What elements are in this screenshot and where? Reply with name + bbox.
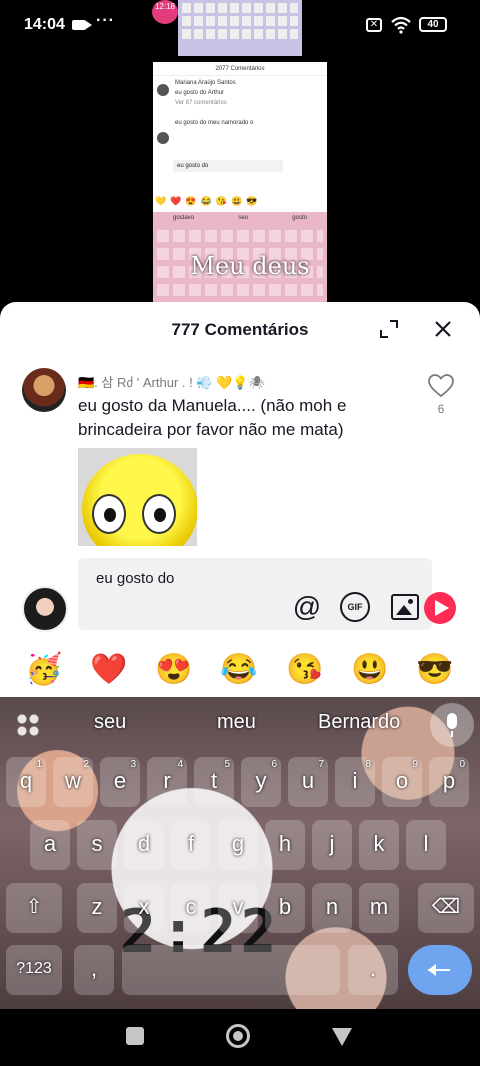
quick-emoji-row: 🥳 ❤️ 😍 😂 😘 😃 😎: [0, 650, 480, 694]
key-x[interactable]: x: [124, 883, 164, 933]
send-button[interactable]: [424, 592, 456, 624]
key-v[interactable]: v: [218, 883, 258, 933]
status-time: 14:04: [24, 16, 65, 33]
suggestion-1[interactable]: seu: [94, 711, 126, 734]
key-r[interactable]: r4: [147, 757, 187, 807]
home-icon[interactable]: [226, 1024, 250, 1048]
key-u[interactable]: u7: [288, 757, 328, 807]
screen: 12:18 2077 Comentários Mariana Araújo Sa…: [0, 0, 480, 1066]
key-a[interactable]: a: [30, 820, 70, 870]
close-icon[interactable]: [430, 316, 456, 342]
comma-key[interactable]: ,: [74, 945, 114, 995]
key-s[interactable]: s: [77, 820, 117, 870]
mini-emoji-row: 💛❤️😍😂😘😃😎: [153, 196, 327, 210]
heart-icon[interactable]: [428, 374, 454, 398]
mini-avatar-2: [157, 132, 169, 144]
comments-sheet: 777 Comentários 🇩🇪. 삼 Rძ ' Arthur . ! 💨 …: [0, 302, 480, 546]
apps-grid-icon[interactable]: [16, 713, 40, 737]
suggestion-bar: seu meu Bernardo: [0, 697, 480, 753]
heart-eyes-emoji[interactable]: 😍: [154, 650, 194, 690]
back-icon[interactable]: [332, 1028, 352, 1046]
space-key[interactable]: [122, 945, 340, 995]
kiss-emoji[interactable]: 😘: [285, 650, 325, 690]
sticker-eye-right: [142, 494, 176, 534]
mini-suggestion-3: gosto: [292, 215, 307, 221]
mini-suggestion-1: gostavo: [173, 215, 195, 221]
joy-emoji[interactable]: 😂: [219, 650, 259, 690]
key-m[interactable]: m: [359, 883, 399, 933]
key-o[interactable]: o9: [382, 757, 422, 807]
mini-input: eu gosto do: [173, 160, 283, 172]
mini-text-2: eu gosto do meu namorado o: [175, 120, 254, 126]
commenter-avatar[interactable]: [22, 368, 66, 412]
backspace-key[interactable]: ⌫: [418, 883, 474, 933]
key-k[interactable]: k: [359, 820, 399, 870]
commenter-username[interactable]: 🇩🇪. 삼 Rძ ' Arthur . ! 💨 💛💡🕷: [78, 372, 265, 391]
key-q[interactable]: q1: [6, 757, 46, 807]
my-avatar: [22, 586, 68, 632]
more-notifications-icon: ···: [96, 12, 115, 29]
key-c[interactable]: c: [171, 883, 211, 933]
key-w[interactable]: w2: [53, 757, 93, 807]
sunglasses-emoji[interactable]: 😎: [415, 650, 455, 690]
enter-key[interactable]: [408, 945, 472, 995]
comment-text: eu gosto da Manuela.... (não moh e brinc…: [78, 396, 347, 439]
no-sim-icon: ✕: [366, 18, 382, 32]
key-i[interactable]: i8: [335, 757, 375, 807]
key-f[interactable]: f: [171, 820, 211, 870]
key-n[interactable]: n: [312, 883, 352, 933]
key-z[interactable]: z: [77, 883, 117, 933]
key-l[interactable]: l: [406, 820, 446, 870]
key-h[interactable]: h: [265, 820, 305, 870]
image-icon[interactable]: [391, 594, 419, 620]
mini-reply: Ver 87 comentários: [175, 100, 227, 106]
mini-avatar: [157, 84, 169, 96]
like-count: 6: [437, 402, 445, 416]
expand-icon[interactable]: [378, 318, 400, 340]
symbols-key[interactable]: ?123: [6, 945, 62, 995]
keyboard: seu meu Bernardo 2:22 q1 w2 e3 r4 t5 y6 …: [0, 697, 480, 1009]
key-y[interactable]: y6: [241, 757, 281, 807]
key-d[interactable]: d: [124, 820, 164, 870]
recent-apps-icon[interactable]: [126, 1027, 144, 1045]
key-t[interactable]: t5: [194, 757, 234, 807]
status-bar: 14:04 ··· ✕ 40: [0, 0, 480, 52]
key-e[interactable]: e3: [100, 757, 140, 807]
mini-text: eu gosto do Arthur: [175, 90, 225, 96]
video-caption: Meu deus: [190, 252, 310, 280]
period-key[interactable]: .: [348, 945, 398, 995]
sticker-eye-left: [92, 494, 126, 534]
heart-emoji[interactable]: ❤️: [89, 650, 129, 690]
smile-emoji[interactable]: 😃: [350, 650, 390, 690]
key-j[interactable]: j: [312, 820, 352, 870]
battery-icon: 40: [419, 17, 447, 32]
comment-input-area: eu gosto do @ GIF 🥳 ❤️ 😍 😂 😘 😃 😎: [0, 546, 480, 700]
key-g[interactable]: g: [218, 820, 258, 870]
comments-title: 777 Comentários: [171, 320, 309, 339]
navigation-bar: [0, 1009, 480, 1066]
mini-suggestion-2: seu: [238, 215, 248, 221]
shift-key[interactable]: ⇧: [6, 883, 62, 933]
key-p[interactable]: p0: [429, 757, 469, 807]
mini-title: 2077 Comentários: [153, 62, 327, 76]
microphone-icon[interactable]: [430, 703, 474, 747]
party-emoji[interactable]: 🥳: [24, 650, 64, 690]
video-camera-icon: [72, 20, 92, 30]
suggestion-3[interactable]: Bernardo: [318, 711, 400, 734]
comment-input[interactable]: [78, 558, 432, 630]
comment-input-value[interactable]: eu gosto do: [96, 570, 174, 587]
key-b[interactable]: b: [265, 883, 305, 933]
mention-icon[interactable]: @: [291, 592, 323, 624]
mini-user: Mariana Araújo Santos: [175, 80, 236, 86]
suggestion-2[interactable]: meu: [217, 711, 256, 734]
wifi-icon: [391, 16, 411, 34]
gif-icon[interactable]: GIF: [340, 592, 370, 622]
comment-image[interactable]: [78, 448, 197, 546]
